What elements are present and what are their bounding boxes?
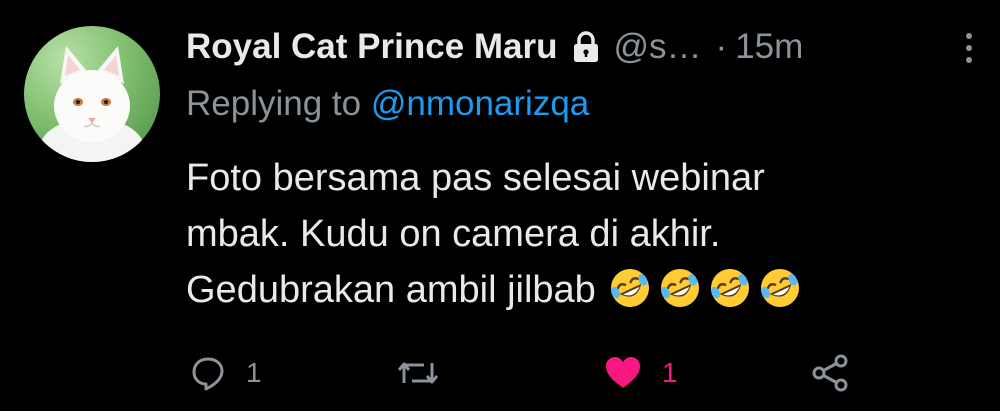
reply-mention-link[interactable]: @nmonarizqa [371,84,589,123]
retweet-button[interactable] [396,345,460,401]
reply-prefix: Replying to [186,84,362,123]
heart-icon [606,357,640,388]
share-button[interactable] [810,345,850,401]
rolling-laughing-emoji-icon [760,269,799,307]
tweet-text-line-last: Gedubrakan ambil jilbab [186,262,976,318]
tweet-text-line: mbak. Kudu on camera di akhir. [186,213,721,255]
avatar[interactable] [24,26,160,162]
rolling-laughing-emoji-icon [660,269,699,307]
share-icon [812,354,848,392]
replying-to: Replying to @nmonarizqa [186,84,589,124]
reply-button[interactable]: 1 [190,345,262,401]
separator-dot: · [715,27,728,66]
rolling-laughing-emoji-icon [610,269,649,307]
timestamp[interactable]: 15m [735,27,803,67]
tweet-actions: 1 1 [0,345,1000,401]
user-handle[interactable]: @s… [614,27,702,67]
like-count: 1 [662,357,678,388]
retweet-icon [397,362,439,384]
tweet-header: Royal Cat Prince Maru @s… · 15m [186,22,986,72]
white-cat-avatar-image [40,46,144,162]
tweet-text-segment: Gedubrakan ambil jilbab [186,269,596,311]
comment-icon [192,357,224,391]
display-name[interactable]: Royal Cat Prince Maru [186,27,558,67]
reply-count: 1 [246,357,262,388]
more-vertical-icon[interactable] [961,30,977,66]
tweet-text-line: Foto bersama pas selesai webinar [186,157,765,199]
lock-icon [568,29,604,65]
tweet[interactable]: Royal Cat Prince Maru @s… · 15m Replying… [0,0,1000,411]
like-button[interactable]: 1 [604,345,678,401]
rolling-laughing-emoji-icon [710,269,749,307]
tweet-text: Foto bersama pas selesai webinar mbak. K… [186,150,976,318]
